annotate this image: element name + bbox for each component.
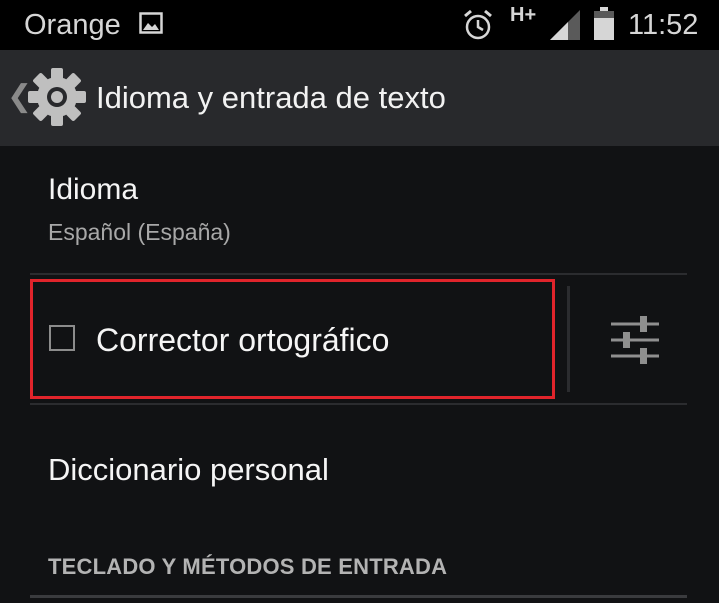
signal-icon xyxy=(550,10,580,40)
status-bar: Orange H+ 11:52 xyxy=(0,0,719,50)
action-bar: ❮ Idioma y entrada de texto xyxy=(0,50,719,146)
network-type: H+ xyxy=(510,4,537,26)
spell-checker-row: Corrector ortográfico xyxy=(0,276,719,404)
personal-dictionary-item[interactable]: Diccionario personal xyxy=(0,405,719,533)
settings-gear-icon[interactable] xyxy=(26,66,88,128)
alarm-icon xyxy=(464,9,492,40)
personal-dictionary-label: Diccionario personal xyxy=(48,452,329,487)
carrier-name: Orange xyxy=(24,9,121,41)
spell-checker-checkbox[interactable] xyxy=(49,325,75,351)
section-header-keyboard: TECLADO Y MÉTODOS DE ENTRADA xyxy=(48,554,448,579)
language-setting-item[interactable]: Idioma Español (España) xyxy=(0,146,719,274)
battery-icon xyxy=(594,7,614,40)
page-title: Idioma y entrada de texto xyxy=(96,80,446,115)
vertical-divider xyxy=(567,286,570,392)
section-divider xyxy=(30,595,687,598)
image-icon xyxy=(139,12,163,34)
divider xyxy=(30,273,687,275)
language-title: Idioma xyxy=(48,173,139,206)
language-value: Español (España) xyxy=(48,219,231,245)
sliders-icon[interactable] xyxy=(606,314,664,366)
spell-checker-toggle[interactable]: Corrector ortográfico xyxy=(30,279,555,399)
clock: 11:52 xyxy=(628,9,699,41)
spell-checker-label: Corrector ortográfico xyxy=(96,322,390,358)
